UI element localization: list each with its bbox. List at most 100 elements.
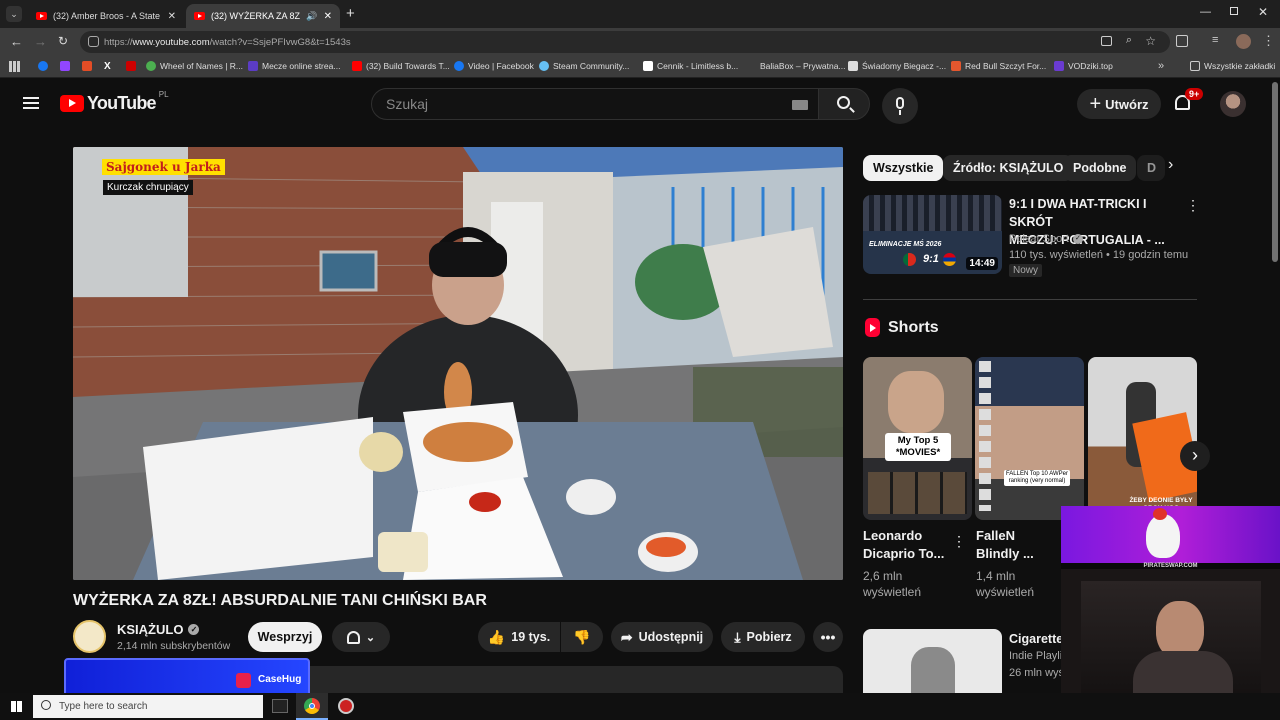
more-horizontal-icon: ••• — [820, 629, 836, 645]
all-bookmarks-folder[interactable]: Wszystkie zakładki — [1190, 61, 1275, 71]
bookmark-icon — [248, 61, 258, 71]
bookmark-item[interactable]: Video | Facebook — [454, 61, 534, 71]
more-bookmarks-icon[interactable]: » — [1158, 60, 1164, 72]
bookmark-item[interactable]: X — [104, 61, 111, 72]
terminal-app-icon[interactable] — [272, 699, 288, 713]
create-button[interactable]: + Utwórz — [1077, 89, 1161, 119]
shorts-next-button[interactable]: › — [1180, 441, 1210, 471]
app-icon[interactable] — [338, 698, 354, 714]
chip-more[interactable]: D — [1137, 155, 1165, 181]
download-button[interactable]: ⤓ Pobierz — [721, 622, 805, 652]
chip-related[interactable]: Podobne — [1063, 155, 1137, 181]
account-avatar[interactable] — [1220, 91, 1246, 117]
keyboard-icon[interactable] — [792, 100, 808, 110]
duration-badge: 14:49 — [966, 257, 998, 270]
short-views-line: wyświetleń — [863, 585, 922, 599]
search-button[interactable] — [818, 88, 870, 120]
description-box[interactable] — [300, 666, 843, 693]
bookmark-star-icon[interactable]: ☆ — [1145, 34, 1156, 48]
chrome-app-icon[interactable] — [296, 693, 328, 720]
address-bar[interactable]: https://www.youtube.com/watch?v=SsjePFIv… — [80, 31, 1170, 53]
subscription-bell-button[interactable]: ⌄ — [332, 622, 390, 652]
short-more-icon[interactable]: ⋮ — [952, 533, 966, 550]
bookmark-item[interactable] — [60, 61, 70, 71]
url-path: /watch?v=SsjePFIvwG8&t=1543s — [209, 36, 351, 48]
browser-menu-icon[interactable]: ⋮ — [1262, 33, 1275, 49]
bookmark-item[interactable]: Cennik - Limitless b... — [643, 61, 738, 71]
apps-grid-icon[interactable] — [9, 61, 20, 72]
short-views: 2,6 mln wyświetleń — [863, 568, 921, 600]
tab-list-icon[interactable]: ⌄ — [6, 6, 22, 22]
tab-amber-broos[interactable]: (32) Amber Broos - A State of T ✕ — [28, 4, 184, 28]
search-input[interactable]: Szukaj — [371, 88, 819, 120]
dislike-button[interactable]: 👎 — [561, 622, 603, 652]
rec-video-thumbnail[interactable]: ELIMINACJE MŚ 2026 9:1 14:49 — [863, 195, 1002, 274]
youtube-icon — [352, 61, 362, 71]
install-app-icon[interactable] — [1101, 36, 1112, 46]
back-icon[interactable]: ← — [10, 34, 23, 49]
channel-name-text: KSIĄŻULO — [117, 622, 184, 637]
browser-tab-bar: ⌄ (32) Amber Broos - A State of T ✕ (32)… — [0, 0, 1280, 28]
speaker-icon[interactable]: 🔊 — [306, 11, 317, 22]
bookmark-label: Wheel of Names | R... — [160, 61, 243, 71]
new-badge: Nowy — [1009, 264, 1043, 277]
thumb-caption: ELIMINACJE MŚ 2026 — [869, 241, 942, 248]
chips-next-icon[interactable]: › — [1168, 156, 1190, 180]
bookmark-label: VODziki.top — [1068, 61, 1113, 71]
forward-icon[interactable]: → — [34, 34, 47, 49]
short-card-thumbnail[interactable]: FALLEN Top 10 AWPer ranking (very normal… — [975, 357, 1084, 520]
bookmark-item[interactable]: Wheel of Names | R... — [146, 61, 243, 71]
playlist-thumbnail[interactable] — [863, 629, 1002, 693]
share-button[interactable]: ➦ Udostępnij — [611, 622, 713, 652]
bookmark-item[interactable]: BaliaBox – Prywatna... — [746, 61, 846, 71]
short-card-thumbnail[interactable]: My Top 5 *MOVIES* — [863, 357, 972, 520]
video-overlay-brand: Sajgonek u Jarka — [102, 159, 225, 175]
more-actions-button[interactable]: ••• — [813, 622, 843, 652]
media-control-icon[interactable]: ≡ — [1212, 34, 1218, 46]
profile-avatar[interactable] — [1236, 34, 1251, 49]
notifications-button[interactable]: 9+ — [1172, 88, 1204, 117]
close-tab-icon[interactable]: ✕ — [324, 11, 332, 22]
bookmark-item[interactable] — [82, 61, 92, 71]
minimize-button[interactable]: — — [1200, 6, 1211, 18]
bookmark-item[interactable]: Red Bull Szczyt For... — [951, 61, 1046, 71]
chip-all[interactable]: Wszystkie — [863, 155, 944, 181]
close-tab-icon[interactable]: ✕ — [168, 11, 176, 22]
bookmark-item[interactable] — [38, 61, 48, 71]
voice-search-button[interactable] — [882, 88, 918, 124]
site-info-icon[interactable] — [88, 36, 99, 47]
create-label: Utwórz — [1105, 96, 1149, 112]
bookmark-item[interactable]: (32) Build Towards T... — [352, 61, 450, 71]
page-scrollbar[interactable] — [1272, 82, 1278, 262]
thumb-score: 9:1 — [923, 253, 939, 265]
close-window-button[interactable]: ✕ — [1258, 5, 1268, 19]
zoom-icon[interactable]: ⌕ — [1126, 34, 1132, 47]
rec-channel[interactable]: Polsat Sport ✓ — [1009, 231, 1083, 247]
channel-name[interactable]: KSIĄŻULO ✓ — [117, 622, 200, 637]
hamburger-menu-icon[interactable] — [23, 97, 39, 109]
bookmark-item[interactable]: VODziki.top — [1054, 61, 1113, 71]
rec-more-icon[interactable]: ⋮ — [1186, 197, 1200, 214]
tab-wyzerka[interactable]: (32) WYŻERKA ZA 8ZŁ! ABS 🔊 ✕ — [186, 4, 340, 28]
like-button[interactable]: 👍 19 tys. — [478, 622, 560, 652]
short-card-thumbnail[interactable]: ŻEBY DEONIE BYŁY OBOK HOG — [1088, 357, 1197, 520]
rooster-mascot-icon — [1146, 514, 1180, 558]
windows-start-icon[interactable] — [11, 701, 22, 712]
chip-source[interactable]: Źródło: KSIĄŻULO — [943, 155, 1074, 181]
bookmark-label: Red Bull Szczyt For... — [965, 61, 1047, 71]
short-title[interactable]: Leonardo Dicaprio To... — [863, 527, 963, 563]
bookmark-item[interactable]: Mecze online strea... — [248, 61, 340, 71]
youtube-logo[interactable]: YouTube PL — [60, 90, 169, 114]
reload-icon[interactable]: ↻ — [58, 34, 68, 48]
bookmark-item[interactable]: Świadomy Biegacz -... — [848, 61, 946, 71]
support-button[interactable]: Wesprzyj — [248, 622, 322, 652]
extensions-icon[interactable] — [1176, 35, 1188, 47]
taskbar-search-input[interactable]: Type here to search — [33, 695, 263, 718]
new-tab-button[interactable]: + — [346, 5, 355, 22]
bookmark-item[interactable] — [126, 61, 136, 71]
channel-avatar[interactable] — [73, 620, 106, 653]
subscriber-count: 2,14 mln subskrybentów — [117, 640, 231, 652]
video-player[interactable]: Sajgonek u Jarka Kurczak chrupiący — [73, 147, 843, 580]
restore-button[interactable] — [1230, 7, 1238, 15]
bookmark-item[interactable]: Steam Community... — [539, 61, 629, 71]
